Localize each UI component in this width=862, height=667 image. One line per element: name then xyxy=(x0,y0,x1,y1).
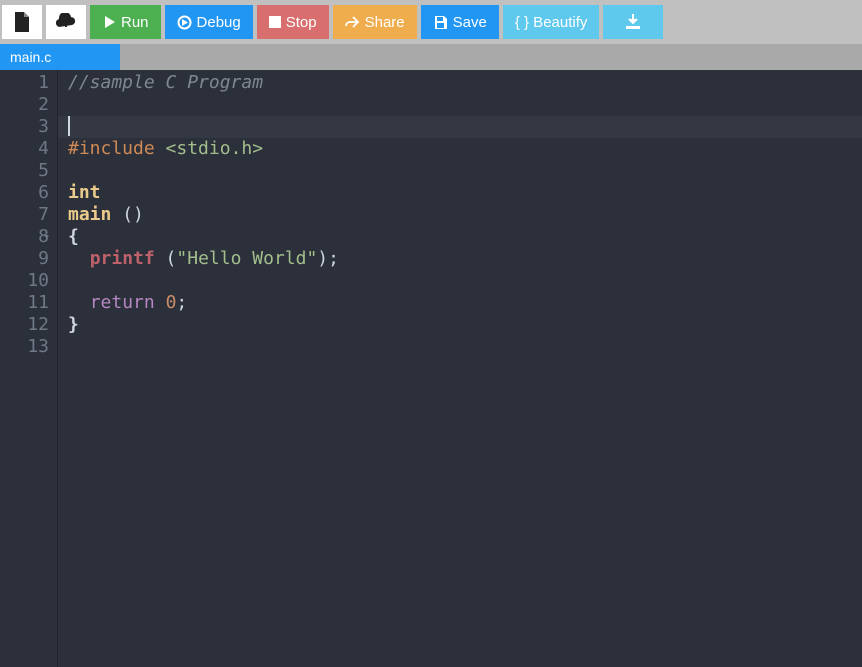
code-line[interactable]: int xyxy=(68,182,862,204)
code-token: int xyxy=(68,182,101,203)
code-token: } xyxy=(68,314,79,335)
line-number: 3 xyxy=(0,116,49,138)
code-line[interactable]: { xyxy=(68,226,862,248)
line-number-gutter: 12345678▾910111213 xyxy=(0,70,58,667)
code-token: ; xyxy=(176,292,187,313)
code-token: #include xyxy=(68,138,155,159)
code-token: //sample C Program xyxy=(68,72,263,93)
share-icon xyxy=(345,15,360,30)
line-number: 1 xyxy=(0,72,49,94)
line-number: 4 xyxy=(0,138,49,160)
new-file-button[interactable] xyxy=(2,5,42,39)
code-token: <stdio.h> xyxy=(166,138,264,159)
code-token xyxy=(68,248,90,269)
toolbar: Run Debug Stop Share Save { } Beautify xyxy=(0,0,862,44)
line-number: 11 xyxy=(0,292,49,314)
new-file-icon xyxy=(13,12,31,32)
line-number: 2 xyxy=(0,94,49,116)
save-icon xyxy=(433,15,448,30)
line-number: 8▾ xyxy=(0,226,49,248)
code-area[interactable]: //sample C Program #include <stdio.h> intm… xyxy=(58,70,862,667)
stop-button[interactable]: Stop xyxy=(257,5,329,39)
tab-main-c[interactable]: main.c xyxy=(0,44,120,70)
beautify-button[interactable]: { } Beautify xyxy=(503,5,600,39)
code-line[interactable] xyxy=(68,160,862,182)
debug-label: Debug xyxy=(197,14,241,31)
line-number: 6 xyxy=(0,182,49,204)
code-token: main xyxy=(68,204,111,225)
code-line[interactable]: } xyxy=(68,314,862,336)
code-editor[interactable]: 12345678▾910111213 //sample C Program#in… xyxy=(0,70,862,667)
code-token xyxy=(68,292,90,313)
share-button[interactable]: Share xyxy=(333,5,417,39)
code-line[interactable]: return 0; xyxy=(68,292,862,314)
line-number: 13 xyxy=(0,336,49,358)
beautify-label: { } Beautify xyxy=(515,14,588,31)
fold-marker-icon[interactable]: ▾ xyxy=(43,226,50,248)
run-button[interactable]: Run xyxy=(90,5,161,39)
download-icon xyxy=(624,14,642,30)
code-token: { xyxy=(68,226,79,247)
share-label: Share xyxy=(365,14,405,31)
code-token xyxy=(155,292,166,313)
tab-label: main.c xyxy=(10,49,51,65)
code-line[interactable] xyxy=(68,94,862,116)
line-number: 10 xyxy=(0,270,49,292)
upload-icon xyxy=(56,13,76,31)
line-number: 5 xyxy=(0,160,49,182)
run-label: Run xyxy=(121,14,149,31)
upload-button[interactable] xyxy=(46,5,86,39)
debug-icon xyxy=(177,15,192,30)
active-line-highlight xyxy=(58,116,862,138)
code-token: ( xyxy=(155,248,177,269)
code-token xyxy=(155,138,166,159)
code-token: return xyxy=(90,292,155,313)
play-icon xyxy=(102,15,116,29)
line-number: 9 xyxy=(0,248,49,270)
code-token xyxy=(111,204,122,225)
stop-label: Stop xyxy=(286,14,317,31)
line-number: 7 xyxy=(0,204,49,226)
code-token: 0 xyxy=(166,292,177,313)
code-line[interactable] xyxy=(68,270,862,292)
tabs-bar: main.c xyxy=(0,44,862,70)
code-line[interactable]: //sample C Program xyxy=(68,72,862,94)
code-token: () xyxy=(122,204,144,225)
code-line[interactable]: main () xyxy=(68,204,862,226)
download-button[interactable] xyxy=(603,5,663,39)
code-line[interactable]: #include <stdio.h> xyxy=(68,138,862,160)
code-token: printf xyxy=(90,248,155,269)
save-label: Save xyxy=(453,14,487,31)
code-line[interactable] xyxy=(68,336,862,358)
code-token: "Hello World" xyxy=(176,248,317,269)
debug-button[interactable]: Debug xyxy=(165,5,253,39)
code-token: ); xyxy=(317,248,339,269)
code-line[interactable]: printf ("Hello World"); xyxy=(68,248,862,270)
text-cursor xyxy=(68,116,70,136)
line-number: 12 xyxy=(0,314,49,336)
stop-icon xyxy=(269,16,281,28)
save-button[interactable]: Save xyxy=(421,5,499,39)
